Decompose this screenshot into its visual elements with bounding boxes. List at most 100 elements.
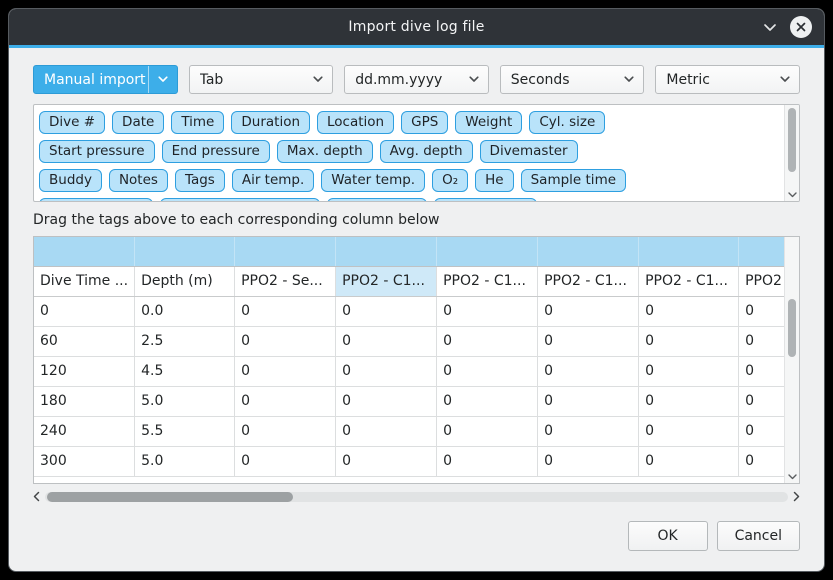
column-drop-target[interactable] xyxy=(739,237,789,266)
tag-cyl-size[interactable]: Cyl. size xyxy=(529,111,605,134)
table-row: 1805.0000000 xyxy=(34,386,788,416)
tag-max-depth[interactable]: Max. depth xyxy=(277,140,373,163)
table-cell: 0 xyxy=(538,416,639,446)
tag-date[interactable]: Date xyxy=(112,111,164,134)
combo-time-format[interactable]: Seconds xyxy=(500,65,645,94)
tag-o[interactable]: O₂ xyxy=(432,169,468,192)
tag-time[interactable]: Time xyxy=(171,111,224,134)
tag-weight[interactable]: Weight xyxy=(455,111,522,134)
tag-row: Dive # Date Time Duration Location GPS Weight C… xyxy=(39,111,779,134)
tag-notes[interactable]: Notes xyxy=(109,169,168,192)
table-cell: 300 xyxy=(34,446,135,476)
combo-value: dd.mm.yyyy xyxy=(355,72,460,88)
table-hscrollbar[interactable] xyxy=(33,489,800,504)
table-cell: 4.5 xyxy=(135,356,235,386)
table-cell: 0 xyxy=(235,296,336,326)
column-header[interactable]: PPO2 - C1... xyxy=(639,266,739,296)
table-cell: 0 xyxy=(739,446,789,476)
column-drop-target[interactable] xyxy=(437,237,538,266)
table-cell: 0 xyxy=(336,296,437,326)
tag-buddy[interactable]: Buddy xyxy=(39,169,102,192)
table-scrollbar[interactable] xyxy=(784,237,799,483)
table-cell: 5.0 xyxy=(135,446,235,476)
table-cell: 0 xyxy=(235,386,336,416)
chevron-down-icon xyxy=(304,66,332,93)
close-button[interactable] xyxy=(790,16,812,38)
table-cell: 0 xyxy=(437,356,538,386)
combo-units[interactable]: Metric xyxy=(655,65,800,94)
table-cell: 0 xyxy=(538,386,639,416)
combo-import-mode[interactable]: Manual import xyxy=(33,65,178,94)
close-icon xyxy=(796,22,806,32)
column-header[interactable]: PPO2 - C1... xyxy=(538,266,639,296)
table-cell: 0 xyxy=(639,416,739,446)
tag-sample-depth[interactable]: Sample depth xyxy=(39,198,153,201)
scrollbar-thumb[interactable] xyxy=(788,299,796,357)
tag-dive[interactable]: Dive # xyxy=(39,111,105,134)
table-row: 602.5000000 xyxy=(34,326,788,356)
column-header[interactable]: Dive Time ... xyxy=(34,266,135,296)
window-title: Import dive log file xyxy=(348,19,484,35)
chevron-right-icon[interactable] xyxy=(793,491,800,502)
ok-button[interactable]: OK xyxy=(628,521,708,551)
table-cell: 0 xyxy=(538,356,639,386)
chevron-down-icon[interactable] xyxy=(785,192,799,198)
tag-row: Start pressure End pressure Max. depth Avg.… xyxy=(39,140,779,163)
table-cell: 2.5 xyxy=(135,326,235,356)
table-row: 2405.5000000 xyxy=(34,416,788,446)
tag-water-temp[interactable]: Water temp. xyxy=(321,169,425,192)
table-cell: 0 xyxy=(739,386,789,416)
tag-avg-depth[interactable]: Avg. depth xyxy=(380,140,473,163)
chevron-down-icon[interactable] xyxy=(763,23,777,32)
tag-sample-po[interactable]: Sample pO₂ xyxy=(327,198,427,201)
combo-value: Tab xyxy=(200,72,305,88)
tag-divemaster[interactable]: Divemaster xyxy=(480,140,578,163)
column-header[interactable]: PPO2 - C1... xyxy=(437,266,538,296)
tag-gps[interactable]: GPS xyxy=(401,111,448,134)
table-row: 3005.0000000 xyxy=(34,446,788,476)
tag-end-pressure[interactable]: End pressure xyxy=(162,140,270,163)
column-drop-target[interactable] xyxy=(639,237,739,266)
hscroll-thumb[interactable] xyxy=(47,492,293,502)
hscroll-track[interactable] xyxy=(45,492,788,502)
table-cell: 0 xyxy=(739,326,789,356)
tag-he[interactable]: He xyxy=(475,169,513,192)
combo-field-separator[interactable]: Tab xyxy=(189,65,334,94)
tag-location[interactable]: Location xyxy=(317,111,394,134)
chevron-down-icon xyxy=(460,66,488,93)
chevron-down-icon[interactable] xyxy=(785,474,799,480)
table-cell: 0 xyxy=(336,446,437,476)
table-cell: 5.5 xyxy=(135,416,235,446)
table-cell: 0.0 xyxy=(135,296,235,326)
column-drop-target[interactable] xyxy=(135,237,235,266)
tag-pool-scrollbar[interactable] xyxy=(784,105,799,201)
column-header[interactable]: PPO2 xyxy=(739,266,789,296)
column-drop-target[interactable] xyxy=(34,237,135,266)
titlebar[interactable]: Import dive log file xyxy=(9,9,824,45)
table-cell: 0 xyxy=(538,326,639,356)
table-cell: 0 xyxy=(639,326,739,356)
tag-tags[interactable]: Tags xyxy=(175,169,225,192)
column-drop-target[interactable] xyxy=(336,237,437,266)
tag-sample-time[interactable]: Sample time xyxy=(521,169,626,192)
scrollbar-thumb[interactable] xyxy=(788,108,796,172)
column-drop-target[interactable] xyxy=(235,237,336,266)
combo-date-format[interactable]: dd.mm.yyyy xyxy=(344,65,489,94)
tag-start-pressure[interactable]: Start pressure xyxy=(39,140,155,163)
column-header[interactable]: PPO2 - C1... xyxy=(336,266,437,296)
chevron-down-icon xyxy=(615,66,643,93)
combo-value: Metric xyxy=(666,72,771,88)
chevron-left-icon[interactable] xyxy=(33,491,40,502)
tag-sample-temperature[interactable]: Sample temperature xyxy=(160,198,320,201)
tag-sample-cns[interactable]: Sample CNS xyxy=(434,198,537,201)
tag-rows: Dive # Date Time Duration Location GPS Weight C… xyxy=(34,105,783,201)
column-header[interactable]: Depth (m) xyxy=(135,266,235,296)
chevron-down-icon xyxy=(148,66,177,93)
column-drop-target[interactable] xyxy=(538,237,639,266)
table-cell: 0 xyxy=(235,416,336,446)
tag-air-temp[interactable]: Air temp. xyxy=(232,169,314,192)
tag-duration[interactable]: Duration xyxy=(231,111,310,134)
table-cell: 0 xyxy=(739,296,789,326)
cancel-button[interactable]: Cancel xyxy=(717,521,800,551)
column-header[interactable]: PPO2 - Se... xyxy=(235,266,336,296)
